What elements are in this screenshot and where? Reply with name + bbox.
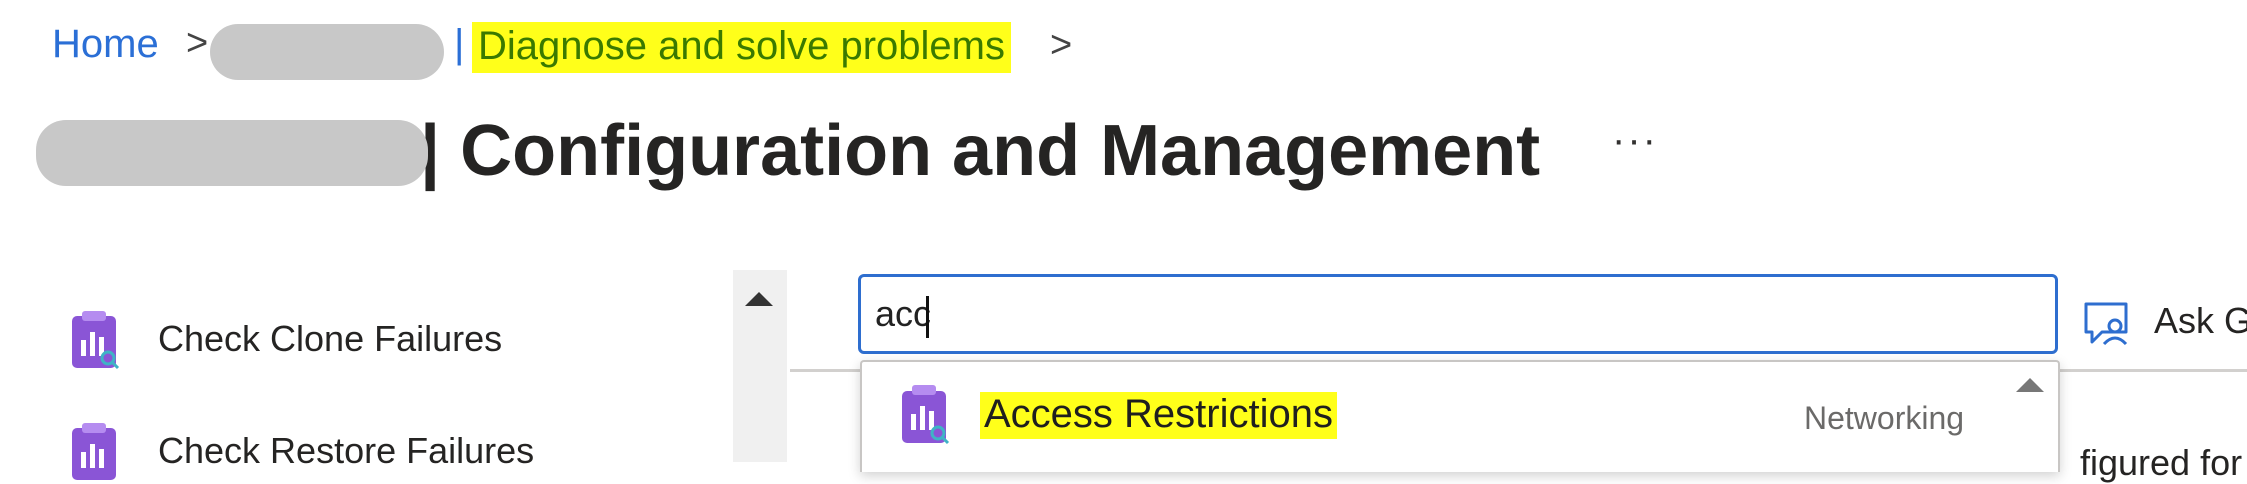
scroll-up-arrow-icon[interactable] — [745, 292, 773, 306]
diagnostic-clipboard-icon — [72, 423, 116, 480]
dropdown-scroll-up-icon[interactable] — [2016, 378, 2044, 392]
nav-item-label: Check Clone Failures — [158, 318, 503, 359]
page-title-text: | Configuration and Management — [420, 111, 1541, 191]
nav-item-label: Check Restore Failures — [158, 430, 535, 471]
text-caret — [926, 296, 929, 338]
breadcrumb-diagnose-link[interactable]: Diagnose and solve problems — [472, 22, 1011, 73]
breadcrumb-chevron-icon: > — [186, 22, 209, 64]
redacted-title-name — [36, 120, 428, 186]
breadcrumb-home-link[interactable]: Home — [52, 22, 159, 67]
redacted-resource-name — [210, 24, 444, 80]
ask-genie-button[interactable]: Ask G — [2154, 300, 2247, 342]
suggestion-category-label: Networking — [1804, 400, 1965, 436]
chat-person-icon[interactable] — [2082, 298, 2132, 348]
diagnostic-clipboard-icon — [902, 385, 950, 445]
breadcrumb-chevron-icon: > — [1050, 24, 1073, 66]
suggestion-access-restrictions[interactable]: Access Restrictions — [980, 392, 1337, 439]
more-options-button[interactable]: ··· — [1612, 118, 1658, 163]
search-input[interactable] — [858, 274, 2058, 354]
diagnostic-clipboard-icon — [72, 311, 120, 370]
breadcrumb-pipe: | — [454, 22, 465, 66]
content-partial-text: figured for t — [2080, 442, 2247, 483]
